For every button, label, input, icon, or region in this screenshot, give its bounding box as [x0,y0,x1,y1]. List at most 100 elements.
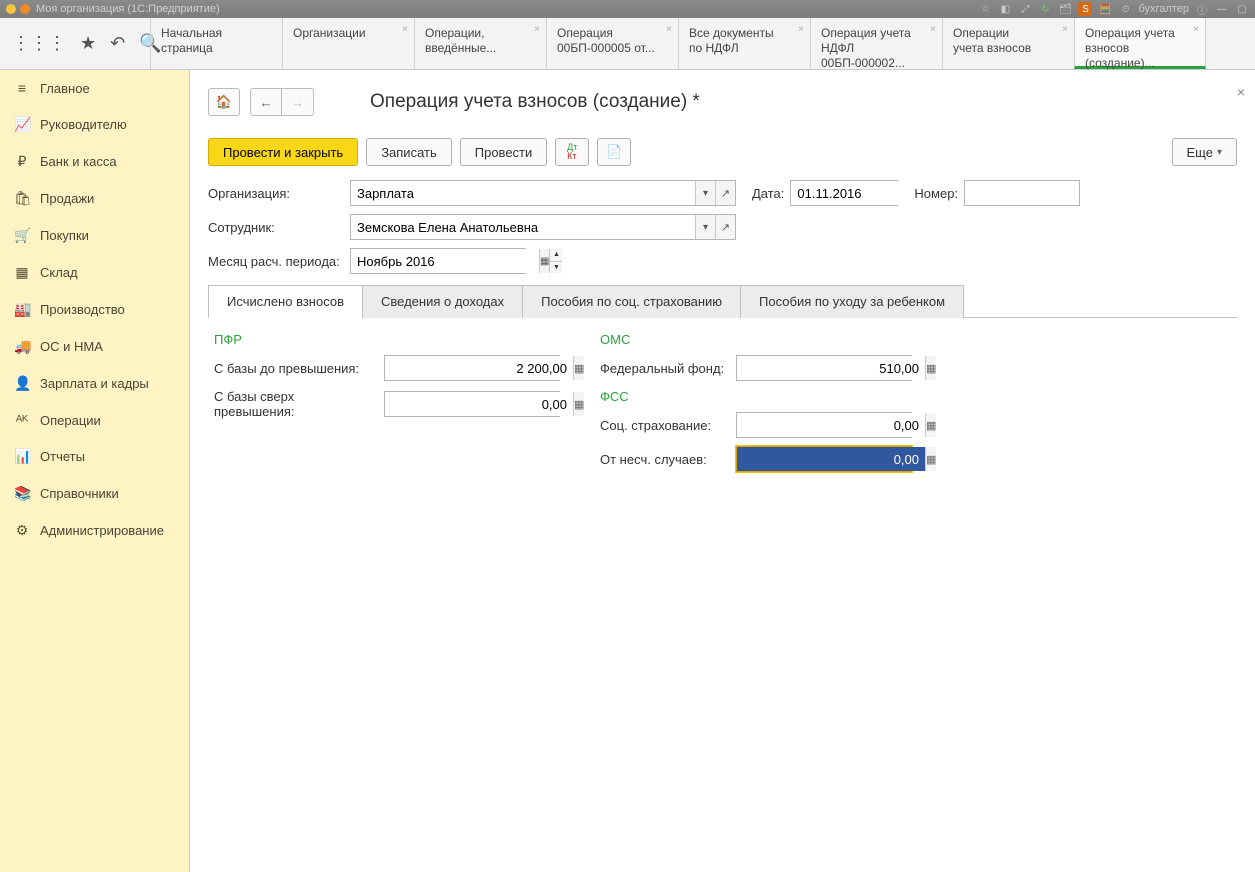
employee-field[interactable]: ▾ ↗ [350,214,736,240]
calendar-icon[interactable]: ▦ [539,249,549,273]
popout-icon[interactable]: ↗ [715,181,735,205]
close-icon[interactable]: × [930,24,936,37]
popout-icon[interactable]: ↗ [715,215,735,239]
close-icon[interactable]: × [666,24,672,37]
favorite-icon[interactable]: ★ [80,33,96,54]
app-tab[interactable]: ×Операции,введённые... [414,18,546,69]
sidebar-icon: ⚙ [14,522,30,539]
toolbar-icon[interactable]: ↻ [1038,2,1052,16]
fss-soc-label: Соц. страхование: [600,418,730,433]
sidebar-item-label: Покупки [40,228,89,243]
fss-acc-field[interactable]: ▦ [736,446,912,472]
app-tab[interactable]: ×Все документыпо НДФЛ [678,18,810,69]
fss-acc-input[interactable] [737,447,925,471]
period-input[interactable] [351,249,539,273]
sidebar-item-label: Склад [40,265,78,280]
spin-down-icon[interactable]: ▼ [550,262,562,274]
app-tab[interactable]: ×Организации [282,18,414,69]
sidebar-item[interactable]: ₽Банк и касса [0,143,189,180]
app-tab[interactable]: ×Операция00БП-000005 от... [546,18,678,69]
sidebar-item[interactable]: 🛍Продажи [0,180,189,217]
fss-soc-input[interactable] [737,413,925,437]
close-icon[interactable]: × [1237,84,1245,100]
post-and-close-button[interactable]: Провести и закрыть [208,138,358,166]
calculator-icon[interactable]: ▦ [573,356,584,380]
sidebar-icon: 📈 [14,116,30,133]
sidebar-item[interactable]: 📈Руководителю [0,106,189,143]
pfr-basebefore-field[interactable]: ▦ [384,355,560,381]
post-button[interactable]: Провести [460,138,548,166]
content-tab[interactable]: Пособия по уходу за ребенком [740,285,964,318]
sidebar-item[interactable]: 📊Отчеты [0,438,189,475]
calculator-icon[interactable]: ▦ [925,447,936,471]
sidebar-item[interactable]: 🛒 Покупки [0,217,189,254]
close-icon[interactable]: × [1193,24,1199,37]
toolbar-icon[interactable]: 🗂 [1058,2,1072,16]
oms-fed-field[interactable]: ▦ [736,355,912,381]
calculator-icon[interactable]: ▦ [925,356,936,380]
back-button[interactable]: ← [250,88,282,116]
fss-soc-field[interactable]: ▦ [736,412,912,438]
sidebar-icon: 📊 [14,448,30,465]
minimize-icon[interactable]: — [1215,2,1229,16]
toolbar-icon[interactable]: ⏲ [1118,2,1132,16]
help-icon[interactable]: ⓘ [1195,2,1209,16]
content-tab[interactable]: Пособия по соц. страхованию [522,285,741,318]
oms-group-title: ОМС [600,332,912,347]
toolbar-icon[interactable]: 🧮 [1098,2,1112,16]
sidebar-item-label: Администрирование [40,523,164,538]
sidebar-item[interactable]: ≡Главное [0,70,189,106]
sidebar-item[interactable]: ▦Склад [0,254,189,291]
close-icon[interactable]: × [534,24,540,37]
sidebar-item[interactable]: 🏭Производство [0,291,189,328]
sidebar-item[interactable]: 👤Зарплата и кадры [0,365,189,402]
maximize-icon[interactable]: ▢ [1235,2,1249,16]
content-tab[interactable]: Исчислено взносов [208,285,363,318]
app-tab[interactable]: ×Операцииучета взносов [942,18,1074,69]
toolbar-icon[interactable]: ☆ [978,2,992,16]
apps-icon[interactable]: ⋮⋮⋮ [12,33,66,54]
close-icon[interactable]: × [1062,24,1068,37]
sidebar-item-label: Главное [40,81,90,96]
close-icon[interactable]: × [798,24,804,37]
sidebar-icon: 👤 [14,375,30,392]
pfr-baseover-input[interactable] [385,392,573,416]
forward-button[interactable]: → [282,88,314,116]
document-button[interactable]: 📄 [597,138,631,166]
sidebar-item[interactable]: ⚙ Администрирование [0,512,189,549]
content-tab[interactable]: Сведения о доходах [362,285,523,318]
sidebar-item[interactable]: ᴬᴷОперации [0,402,189,438]
toolbar-icon[interactable]: ◧ [998,2,1012,16]
more-button[interactable]: Еще [1172,138,1237,166]
app-tab[interactable]: ×Операция учетаНДФЛ 00БП-000002... [810,18,942,69]
period-field[interactable]: ▦ ▲ ▼ [350,248,526,274]
history-icon[interactable]: ↶ [110,33,125,54]
dropdown-icon[interactable]: ▾ [695,215,715,239]
app-tab[interactable]: Начальнаястраница [150,18,282,69]
number-input[interactable] [964,180,1080,206]
write-button[interactable]: Записать [366,138,452,166]
period-label: Месяц расч. периода: [208,254,344,269]
oms-fed-input[interactable] [737,356,925,380]
org-field[interactable]: ▾ ↗ [350,180,736,206]
app-tab[interactable]: ×Операция учетавзносов (создание)... [1074,18,1206,69]
sidebar-item-label: Справочники [40,486,119,501]
dropdown-icon[interactable]: ▾ [695,181,715,205]
org-input[interactable] [351,181,695,205]
pfr-basebefore-input[interactable] [385,356,573,380]
calculator-icon[interactable]: ▦ [573,392,584,416]
toolbar-icon[interactable]: S [1078,2,1092,16]
spin-up-icon[interactable]: ▲ [550,249,562,262]
page-title: Операция учета взносов (создание) * [370,91,700,113]
dtkt-button[interactable]: ДтКт [555,138,589,166]
calculator-icon[interactable]: ▦ [925,413,936,437]
pfr-baseover-field[interactable]: ▦ [384,391,560,417]
home-button[interactable]: 🏠 [208,88,240,116]
date-field[interactable]: ▦ [790,180,898,206]
toolbar-icon[interactable]: ⤢ [1018,2,1032,16]
sidebar-icon: 🛒 [14,227,30,244]
sidebar-item[interactable]: 🚚ОС и НМА [0,328,189,365]
sidebar-item[interactable]: 📚Справочники [0,475,189,512]
close-icon[interactable]: × [402,24,408,37]
employee-input[interactable] [351,215,695,239]
